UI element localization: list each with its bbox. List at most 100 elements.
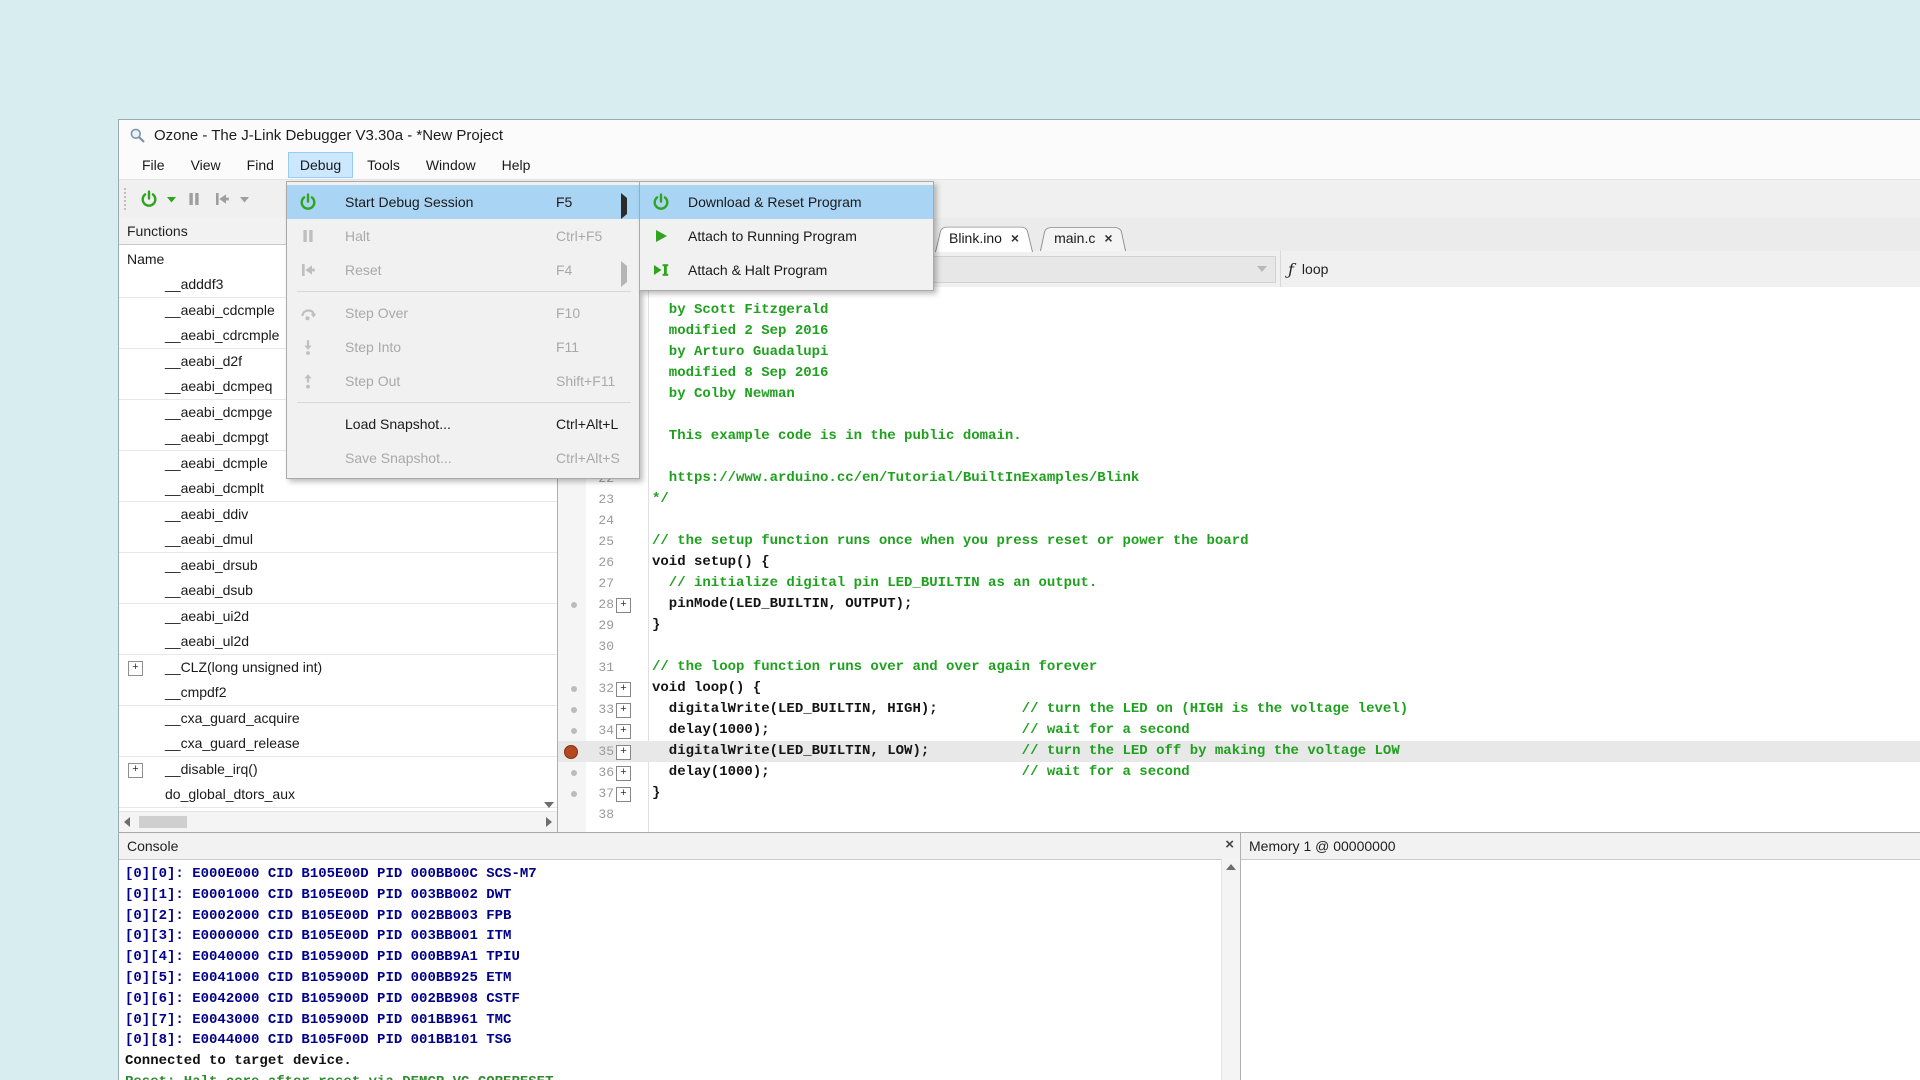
expand-icon[interactable]: + [616,787,631,802]
menubar-item-find[interactable]: Find [235,152,286,178]
source-code: delay(1000); [652,722,1022,738]
function-icon: ƒ [1288,260,1294,279]
menu-item-load-snapshot[interactable]: Load Snapshot...Ctrl+Alt+L [287,407,639,441]
line-number: 31 [588,657,614,678]
function-selector[interactable]: ƒ loop [1288,251,1328,287]
toolbar-grip[interactable] [124,188,129,210]
scroll-up-icon[interactable] [1226,864,1236,870]
reset-icon [213,190,231,208]
chevron-down-icon[interactable] [1257,266,1267,272]
instruction-dot-icon[interactable] [571,791,577,797]
function-list-item[interactable]: +__CLZ(long unsigned int) [119,655,557,681]
submenu-item-attach-halt-program[interactable]: Attach & Halt Program [640,253,933,287]
memory-grid[interactable] [1241,858,1920,1080]
close-icon[interactable]: × [1011,231,1019,245]
menu-item-reset[interactable]: ResetF4 [287,253,639,287]
function-list-item[interactable]: __cxa_guard_acquire [119,706,557,732]
step-into-icon [299,338,317,356]
function-list-item[interactable]: do_global_dtors_aux [119,782,557,808]
menu-item-save-snapshot[interactable]: Save Snapshot...Ctrl+Alt+S [287,441,639,475]
function-list-item[interactable]: __aeabi_drsub [119,553,557,579]
reset-dropdown[interactable] [237,186,252,212]
menubar-item-file[interactable]: File [130,152,177,178]
code-text: // initialize digital pin LED_BUILTIN as… [652,573,1097,594]
functions-horizontal-scrollbar[interactable] [119,811,557,832]
submenu-item-download-reset-program[interactable]: Download & Reset Program [640,185,933,219]
close-icon[interactable]: × [1104,231,1112,245]
function-list-item[interactable]: __aeabi_ddiv [119,502,557,528]
code-comment: by Colby Newman [652,386,795,402]
line-number: 30 [588,636,614,657]
function-list-item[interactable]: __aeabi_dcmplt [119,476,557,502]
menu-item-label: Step Into [345,330,401,364]
function-list-item[interactable]: __aeabi_ui2d [119,604,557,630]
line-number: 36 [588,762,614,783]
console-line: [0][4]: E0040000 CID B105900D PID 000BB9… [125,947,520,967]
reset-button[interactable] [209,186,235,212]
code-text: // the loop function runs over and over … [652,657,1097,678]
editor-tab-main-c[interactable]: main.c× [1040,224,1126,251]
expand-icon[interactable]: + [616,724,631,739]
step-over-icon [299,304,317,322]
start-debug-button[interactable] [136,186,162,212]
menubar-item-window[interactable]: Window [414,152,488,178]
scroll-right-icon[interactable] [546,817,552,827]
expand-icon[interactable]: + [616,766,631,781]
menubar-item-tools[interactable]: Tools [355,152,412,178]
function-list-item[interactable]: +__disable_irq() [119,757,557,783]
start-debug-dropdown[interactable] [164,186,179,212]
menubar-item-help[interactable]: Help [490,152,543,178]
function-list-item[interactable]: __cxa_guard_release [119,731,557,757]
breakpoint-icon[interactable] [564,745,578,759]
instruction-dot-icon[interactable] [571,686,577,692]
play-icon [652,227,670,245]
submenu-item-attach-to-running-program[interactable]: Attach to Running Program [640,219,933,253]
instruction-dot-icon[interactable] [571,770,577,776]
instruction-dot-icon[interactable] [571,602,577,608]
expand-icon[interactable]: + [616,682,631,697]
function-name: __cmpdf2 [165,680,226,705]
menu-item-halt[interactable]: HaltCtrl+F5 [287,219,639,253]
scroll-down-icon[interactable] [544,802,554,808]
code-area[interactable]: 14 by Scott Fitzgerald15 modified 2 Sep … [558,287,1920,832]
menu-item-step-out[interactable]: Step OutShift+F11 [287,364,639,398]
editor-tab-blink-ino[interactable]: Blink.ino× [935,223,1033,252]
code-line: 28+ pinMode(LED_BUILTIN, OUTPUT); [558,594,1920,615]
scroll-left-icon[interactable] [124,817,130,827]
menu-item-start-debug-session[interactable]: Start Debug SessionF5 [287,185,639,219]
function-list-item[interactable]: __cmpdf2 [119,680,557,706]
step-out-icon [299,372,317,390]
source-code: digitalWrite(LED_BUILTIN, LOW); [652,743,1022,759]
menubar-item-view[interactable]: View [179,152,233,178]
expand-icon[interactable]: + [128,763,143,778]
function-name: __cxa_guard_acquire [165,706,300,731]
line-number: 24 [588,510,614,531]
source-code: } [652,617,660,633]
console-output[interactable]: [0][0]: E000E000 CID B105E00D PID 000BB0… [119,858,1222,1080]
memory-panel-title: Memory 1 @ 00000000 [1241,833,1920,860]
expand-icon[interactable]: + [616,745,631,760]
menubar-item-debug[interactable]: Debug [288,152,353,178]
halt-button[interactable] [181,186,207,212]
code-line: 25// the setup function runs once when y… [558,531,1920,552]
function-list-item[interactable]: __aeabi_ul2d [119,629,557,655]
function-list-item[interactable]: __aeabi_dmul [119,527,557,553]
expand-icon[interactable]: + [128,661,143,676]
console-scrollbar[interactable] [1221,858,1240,1080]
function-name: __aeabi_drsub [165,553,258,578]
menu-item-shortcut: F4 [556,253,572,287]
console-line: [0][6]: E0042000 CID B105900D PID 002BB9… [125,989,520,1009]
expand-icon[interactable]: + [616,703,631,718]
instruction-dot-icon[interactable] [571,707,577,713]
menu-item-step-into[interactable]: Step IntoF11 [287,330,639,364]
code-text: } [652,615,660,636]
function-list-item[interactable]: __aeabi_dsub [119,578,557,604]
instruction-dot-icon[interactable] [571,728,577,734]
pause-icon [185,190,203,208]
scrollbar-thumb[interactable] [139,816,187,828]
menu-item-label: Halt [345,219,370,253]
menu-item-step-over[interactable]: Step OverF10 [287,296,639,330]
expand-icon[interactable]: + [616,598,631,613]
line-number: 34 [588,720,614,741]
close-icon[interactable]: × [1225,837,1234,853]
